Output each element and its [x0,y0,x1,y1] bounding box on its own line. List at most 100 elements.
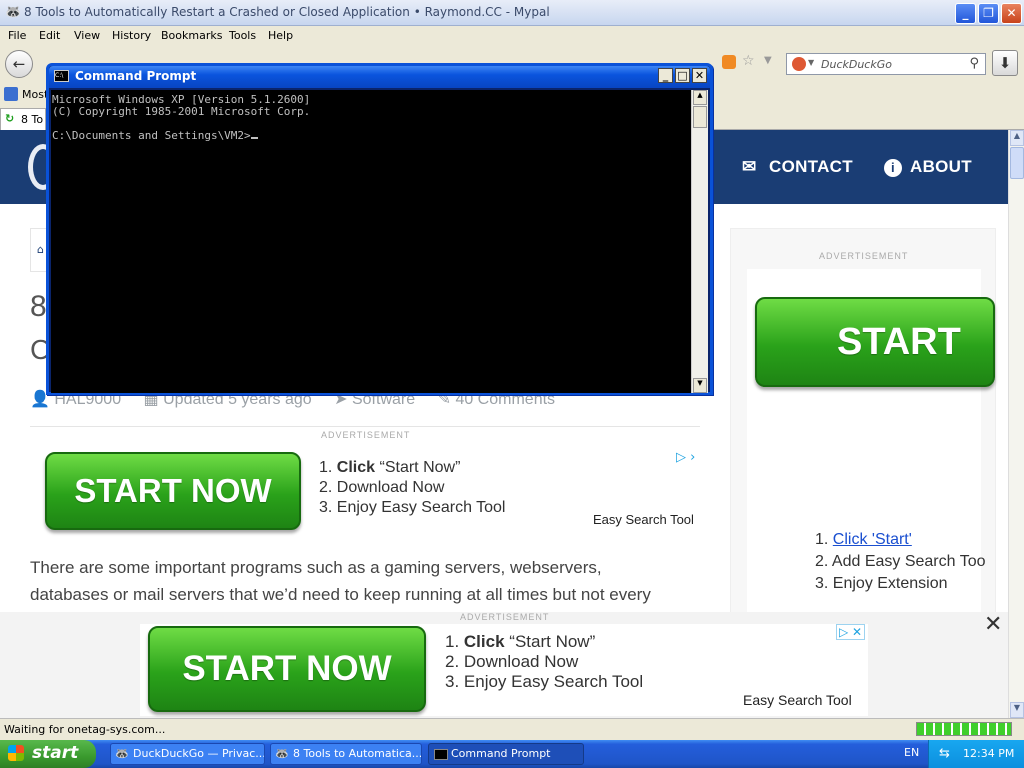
adchoices-icon[interactable]: ▷ ✕ [836,624,866,640]
ad-step1-bold: Click [336,459,376,476]
minimize-button[interactable]: _ [955,3,976,24]
tab-label: 8 To [21,113,44,126]
clock[interactable]: 12:34 PM [963,747,1014,760]
url-bar-end: ☆ ▼ [720,53,780,75]
article-line-1: There are some important programs such a… [30,558,602,577]
sticky-ad-bar: ADVERTISEMENT START NOW 1. Click “Start … [0,612,1008,718]
taskbar-item-label: 8 Tools to Automatica... [293,747,422,760]
star-icon[interactable]: ☆ [742,53,755,69]
sticky-ad-step1-rest: “Start Now” [509,632,596,651]
taskbar-item-label: DuckDuckGo — Privac... [133,747,265,760]
taskbar-item-label: Command Prompt [451,747,551,760]
scroll-down-icon[interactable]: ▼ [1010,702,1024,718]
search-icon[interactable]: ⚲ [969,56,979,71]
nav-about-link[interactable]: ABOUT [910,157,972,177]
rss-icon[interactable] [722,55,736,69]
status-bar: Waiting for onetag-sys.com... [0,718,1024,740]
browser-window-title: 8 Tools to Automatically Restart a Crash… [24,5,550,19]
sticky-ad-brand: Easy Search Tool [743,692,852,708]
cmd-icon[interactable]: C:\ [54,70,69,82]
sticky-ad[interactable]: START NOW 1. Click “Start Now” 2. Downlo… [140,624,868,716]
menu-file[interactable]: File [8,29,26,42]
menu-bookmarks[interactable]: Bookmarks [161,29,222,42]
sidebar-ad-step1-link[interactable]: Click 'Start' [833,531,912,548]
sticky-ad-step2: 2. Download Now [445,652,579,671]
ad-brand: Easy Search Tool [593,512,694,527]
progress-bar [916,722,1012,736]
nav-contact-link[interactable]: CONTACT [769,157,853,177]
bookmark-most-visited[interactable]: Most [22,88,48,101]
sidebar-ad-steps: 1. Click 'Start' 2. Add Easy Search Too … [815,529,985,595]
windows-logo-icon [8,745,24,761]
taskbar-item-raymond[interactable]: 🦝 8 Tools to Automatica... [270,743,422,765]
sidebar-ad-step3: 3. Enjoy Extension [815,575,948,592]
cmd-icon [434,749,448,760]
cmd-title: Command Prompt [75,69,197,83]
ad-step3: 3. Enjoy Easy Search Tool [319,499,506,516]
cmd-scroll-thumb[interactable] [693,106,707,128]
home-icon[interactable]: ⌂ [37,243,44,256]
start-now-ad-button[interactable]: START NOW [45,452,301,530]
info-icon: i [884,159,902,177]
sticky-ad-step3: 3. Enjoy Easy Search Tool [445,672,644,691]
download-arrow-icon[interactable]: ⬇ [992,50,1018,76]
envelope-icon: ✉ [742,157,757,176]
duckduckgo-icon [792,57,806,71]
page-title-fragment-1: 8 [30,290,47,323]
menu-bar: File Edit View History Bookmarks Tools H… [0,26,1024,46]
sidebar-ad-label: ADVERTISEMENT [819,251,909,261]
cmd-prompt: C:\Documents and Settings\VM2> [52,129,251,142]
scroll-up-icon[interactable]: ▲ [1010,130,1024,146]
sticky-start-now-button[interactable]: START NOW [148,626,426,712]
system-tray: ⇆ 12:34 PM [928,740,1024,768]
menu-edit[interactable]: Edit [39,29,60,42]
close-ad-icon[interactable]: ✕ [984,612,1002,637]
maximize-button[interactable]: ❐ [978,3,999,24]
start-label: start [32,743,79,763]
menu-tools[interactable]: Tools [229,29,256,42]
ad-steps: 1. Click “Start Now” 2. Download Now 3. … [319,459,506,516]
search-input[interactable]: ▼ DuckDuckGo ⚲ [786,53,986,75]
inline-ad[interactable]: START NOW 1. Click “Start Now” 2. Downlo… [40,446,702,536]
start-button[interactable]: start [0,740,96,768]
scroll-up-icon[interactable]: ▲ [693,90,707,105]
sidebar-ad-step2: 2. Add Easy Search Too [815,553,986,570]
tab-active[interactable]: ↻ 8 To [0,108,46,130]
browser-titlebar[interactable]: 🦝 8 Tools to Automatically Restart a Cra… [0,0,1024,26]
menu-history[interactable]: History [112,29,151,42]
menu-help[interactable]: Help [268,29,293,42]
adchoices-icon[interactable]: ▷ › [676,450,695,465]
cmd-scrollbar[interactable]: ▲ ▼ [691,90,708,393]
bookmark-icon [4,87,18,101]
cmd-close-button[interactable]: ✕ [692,68,707,83]
cmd-line-2: (C) Copyright 1985-2001 Microsoft Corp. [52,105,311,118]
menu-view[interactable]: View [74,29,100,42]
sticky-ad-step1-bold: Click [463,632,505,651]
network-icon[interactable]: ⇆ [939,746,950,761]
chevron-down-icon[interactable]: ▼ [764,55,772,66]
sticky-ad-steps: 1. Click “Start Now” 2. Download Now 3. … [445,632,644,691]
scroll-thumb[interactable] [1010,147,1024,179]
ad-label: ADVERTISEMENT [321,430,411,440]
browser-icon: 🦝 [275,747,289,760]
chevron-down-icon[interactable]: ▼ [808,58,814,67]
cmd-maximize-button[interactable]: □ [675,68,690,83]
cmd-console[interactable]: Microsoft Windows XP [Version 5.1.2600](… [51,90,691,393]
cmd-minimize-button[interactable]: _ [658,68,673,83]
search-placeholder: DuckDuckGo [821,58,892,71]
taskbar-item-cmd[interactable]: Command Prompt [428,743,584,765]
cmd-window[interactable]: C:\ Command Prompt _ □ ✕ Microsoft Windo… [46,63,713,395]
close-button[interactable]: ✕ [1001,3,1022,24]
back-arrow-icon[interactable]: ← [5,50,33,78]
scroll-down-icon[interactable]: ▼ [693,378,707,393]
language-indicator[interactable]: EN [904,746,919,759]
taskbar-item-duckduckgo[interactable]: 🦝 DuckDuckGo — Privac... [110,743,265,765]
browser-icon: 🦝 [115,747,129,760]
cmd-titlebar[interactable]: C:\ Command Prompt _ □ ✕ [49,66,710,88]
loading-icon: ↻ [5,112,15,125]
page-scrollbar[interactable]: ▲ ▼ [1008,130,1024,718]
status-text: Waiting for onetag-sys.com... [4,723,166,736]
start-ad-button[interactable]: START [755,297,995,387]
article-line-2: databases or mail servers that we’d need… [30,585,651,604]
article-body: There are some important programs such a… [30,554,651,608]
